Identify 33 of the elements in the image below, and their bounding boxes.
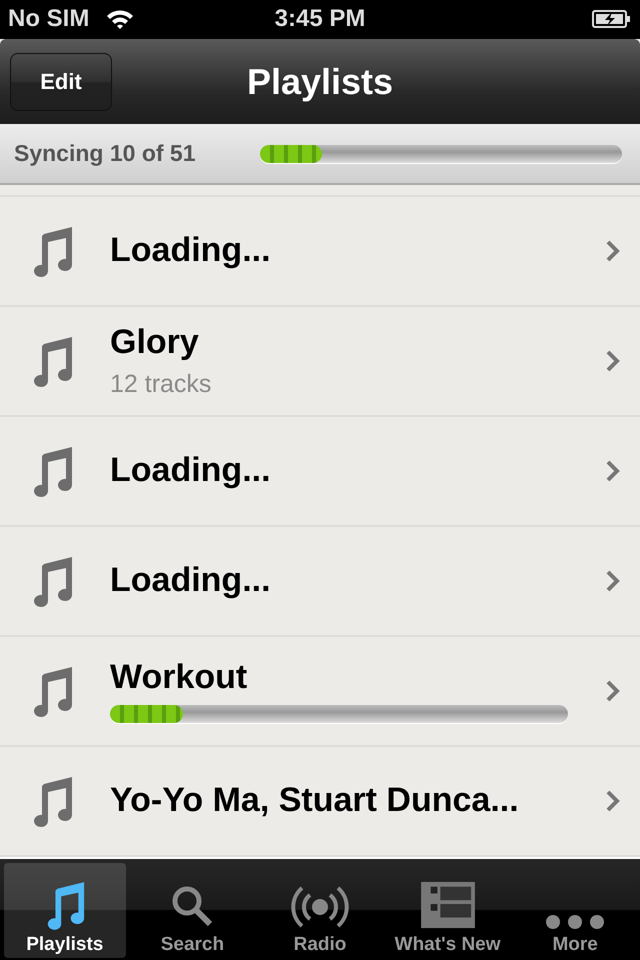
- newspaper-icon: [418, 880, 477, 930]
- broadcast-icon: [290, 884, 350, 930]
- playlist-title: Loading...: [110, 451, 272, 490]
- track-count: 12 tracks: [110, 370, 212, 399]
- tab[interactable]: Search: [132, 862, 254, 958]
- playlist-title: Loading...: [110, 231, 272, 270]
- sync-status: Syncing 10 of 51: [14, 140, 197, 168]
- playlist-title: Yo-Yo Ma, Stuart Dunca...: [110, 781, 520, 820]
- playlist-row[interactable]: Workout: [0, 636, 640, 747]
- playlist-title: Loading...: [110, 561, 272, 600]
- tab[interactable]: Radio: [259, 862, 381, 958]
- tab[interactable]: More: [514, 862, 636, 958]
- playlist-row[interactable]: Loading...: [0, 526, 640, 637]
- screen-title: Playlists: [246, 60, 394, 103]
- playlist-row[interactable]: Loading...: [0, 196, 640, 307]
- chevron-icon: [606, 570, 620, 592]
- tab[interactable]: What's New: [386, 862, 508, 958]
- chevron-icon: [606, 350, 620, 372]
- playlist-title: Glory: [110, 322, 200, 362]
- chevron-icon: [606, 680, 620, 702]
- chevron-icon: [606, 240, 620, 262]
- battery-charging-icon: [592, 9, 632, 30]
- edit-button[interactable]: Edit: [10, 52, 112, 111]
- tab[interactable]: Playlists: [4, 862, 126, 958]
- more-icon: [545, 914, 606, 930]
- carrier-label: No SIM: [8, 5, 90, 34]
- wifi-icon: [105, 8, 136, 30]
- playlist-row[interactable]: Glory 12 tracks: [0, 306, 640, 417]
- chevron-icon: [606, 460, 620, 482]
- playlist-row[interactable]: Loading...: [0, 416, 640, 527]
- playlist-title: Workout: [110, 658, 248, 698]
- clock-time: 3:45 PM: [274, 5, 366, 34]
- chevron-icon: [606, 790, 620, 812]
